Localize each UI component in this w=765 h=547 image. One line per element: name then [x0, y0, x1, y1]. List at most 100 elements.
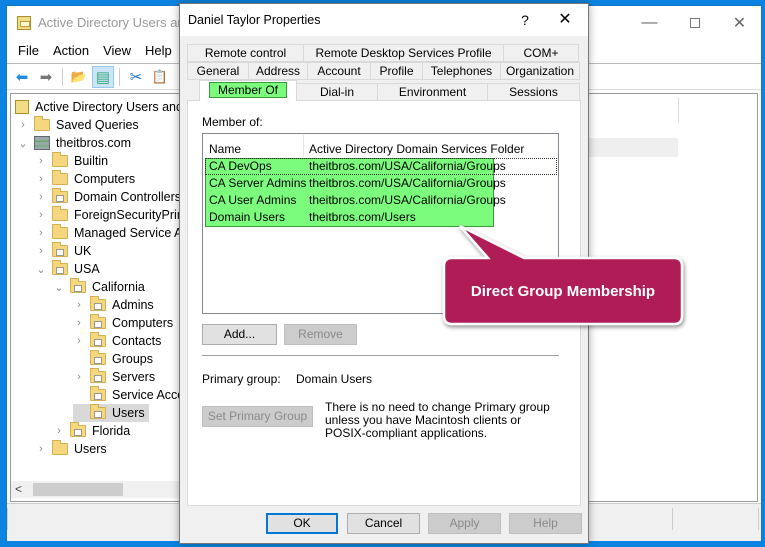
- chevron-right-icon[interactable]: ›: [73, 317, 85, 329]
- primary-group-value: Domain Users: [296, 372, 373, 386]
- group-folder: theitbros.com/USA/California/Groups: [309, 159, 506, 173]
- tree-item[interactable]: › Saved Queries: [17, 116, 139, 134]
- organizational-unit-icon: [52, 260, 68, 275]
- maximize-button[interactable]: [672, 8, 717, 38]
- chevron-right-icon[interactable]: ›: [73, 371, 85, 383]
- chevron-right-icon[interactable]: ›: [35, 209, 47, 221]
- tree-item[interactable]: › Managed Service Accounts: [35, 224, 183, 242]
- up-one-level-button[interactable]: 📂: [68, 66, 90, 88]
- tree-item-label: Users: [74, 442, 107, 456]
- chevron-right-icon[interactable]: ›: [73, 299, 85, 311]
- help-icon[interactable]: ?: [510, 9, 540, 31]
- ok-button[interactable]: OK: [266, 513, 338, 534]
- chevron-right-icon[interactable]: ›: [35, 245, 47, 257]
- column-divider[interactable]: [303, 135, 304, 157]
- organizational-unit-icon: [52, 188, 68, 203]
- tab-account[interactable]: Account: [307, 62, 371, 80]
- folder-icon: [52, 170, 68, 185]
- member-of-label: Member of:: [202, 115, 263, 129]
- tree-item[interactable]: Users: [73, 404, 149, 422]
- cancel-button[interactable]: Cancel: [347, 513, 420, 534]
- console-tree[interactable]: Active Directory Users and Computers › Sa…: [11, 94, 183, 501]
- tree-root[interactable]: Active Directory Users and Computers: [15, 98, 183, 116]
- chevron-right-icon[interactable]: ›: [35, 227, 47, 239]
- tree-item[interactable]: ⌄ theitbros.com: [17, 134, 131, 152]
- tree-item[interactable]: › ForeignSecurityPrincipals: [35, 206, 183, 224]
- back-button[interactable]: ⬅: [11, 66, 33, 88]
- column-header-folder[interactable]: Active Directory Domain Services Folder: [309, 142, 524, 156]
- chevron-right-icon[interactable]: ›: [35, 191, 47, 203]
- tab-organization[interactable]: Organization: [500, 62, 580, 80]
- tree-item[interactable]: › Contacts: [73, 332, 161, 350]
- tree-item[interactable]: ⌄ USA: [35, 260, 100, 278]
- close-icon[interactable]: ✕: [550, 9, 580, 31]
- chevron-right-icon[interactable]: ›: [17, 119, 29, 131]
- chevron-right-icon[interactable]: ›: [35, 443, 47, 455]
- tab-telephones[interactable]: Telephones: [422, 62, 501, 80]
- tab-general[interactable]: General: [187, 62, 249, 80]
- tab-dial-in[interactable]: Dial-in: [296, 83, 378, 101]
- tree-item[interactable]: › Users: [35, 440, 107, 458]
- chevron-down-icon[interactable]: ⌄: [17, 137, 29, 150]
- show-hide-console-tree-button[interactable]: ▤: [92, 65, 114, 88]
- group-row[interactable]: CA Server Admins theitbros.com/USA/Califo…: [209, 175, 549, 192]
- tree-item[interactable]: › Florida: [53, 422, 130, 440]
- tab-address[interactable]: Address: [248, 62, 308, 80]
- tree-item-label: Florida: [92, 424, 131, 438]
- group-row[interactable]: Domain Users theitbros.com/Users: [209, 209, 549, 226]
- paste-button[interactable]: 📋: [149, 66, 171, 88]
- tree-item-label: ForeignSecurityPrincipals: [74, 208, 183, 222]
- tab-environment[interactable]: Environment: [377, 83, 488, 101]
- chevron-right-icon[interactable]: ›: [73, 335, 85, 347]
- organizational-unit-icon: [90, 350, 106, 365]
- tab-com-plus[interactable]: COM+: [503, 44, 579, 62]
- set-primary-group-button[interactable]: Set Primary Group: [202, 406, 313, 427]
- chevron-right-icon[interactable]: ›: [35, 155, 47, 167]
- column-header-name[interactable]: Name: [209, 142, 241, 156]
- chevron-right-icon[interactable]: ›: [53, 425, 65, 437]
- tree-item[interactable]: Groups: [73, 350, 153, 368]
- group-row[interactable]: CA User Admins theitbros.com/USA/Californ…: [209, 192, 549, 209]
- tab-member-of[interactable]: Member Of: [199, 80, 297, 101]
- add-button[interactable]: Add...: [202, 324, 277, 345]
- tree-horizontal-scrollbar[interactable]: <: [11, 481, 183, 498]
- menu-help[interactable]: Help: [138, 40, 179, 62]
- chevron-down-icon[interactable]: ⌄: [53, 281, 65, 294]
- tab-profile[interactable]: Profile: [370, 62, 423, 80]
- tree-item[interactable]: › UK: [35, 242, 91, 260]
- organizational-unit-icon: [90, 296, 106, 311]
- tree-item[interactable]: › Domain Controllers: [35, 188, 181, 206]
- tree-item-label: UK: [74, 244, 92, 258]
- apply-button[interactable]: Apply: [428, 513, 501, 534]
- minimize-button[interactable]: —: [627, 8, 672, 38]
- tree-item[interactable]: › Computers: [35, 170, 135, 188]
- tree-item[interactable]: › Computers: [73, 314, 173, 332]
- group-row[interactable]: CA DevOps theitbros.com/USA/California/Gr…: [209, 158, 549, 175]
- close-button[interactable]: ✕: [717, 8, 762, 38]
- tree-item[interactable]: Service Accounts: [73, 386, 183, 404]
- tree-item-label: Saved Queries: [56, 118, 139, 132]
- status-divider: [758, 508, 759, 530]
- scroll-left-icon[interactable]: <: [15, 482, 22, 496]
- remove-button[interactable]: Remove: [284, 324, 357, 345]
- tab-sessions[interactable]: Sessions: [487, 83, 580, 101]
- folder-icon: [52, 206, 68, 221]
- tab-remote-desktop-services-profile[interactable]: Remote Desktop Services Profile: [303, 44, 504, 62]
- chevron-right-icon[interactable]: ›: [35, 173, 47, 185]
- organizational-unit-icon: [70, 278, 86, 293]
- menu-action[interactable]: Action: [46, 40, 96, 62]
- menu-file[interactable]: File: [11, 40, 46, 62]
- chevron-down-icon[interactable]: ⌄: [35, 263, 47, 276]
- tree-item[interactable]: › Admins: [73, 296, 154, 314]
- tree-item[interactable]: › Builtin: [35, 152, 108, 170]
- forward-button[interactable]: ➡: [35, 66, 57, 88]
- menu-view[interactable]: View: [96, 40, 138, 62]
- scrollbar-thumb[interactable]: [33, 483, 123, 496]
- tree-item[interactable]: ⌄ California: [53, 278, 145, 296]
- tree-item[interactable]: › Servers: [73, 368, 155, 386]
- tree-item-label: California: [92, 280, 145, 294]
- cut-button[interactable]: ✂: [125, 66, 147, 88]
- tab-remote-control[interactable]: Remote control: [187, 44, 304, 62]
- help-button[interactable]: Help: [509, 513, 582, 534]
- folder-icon: [52, 440, 68, 455]
